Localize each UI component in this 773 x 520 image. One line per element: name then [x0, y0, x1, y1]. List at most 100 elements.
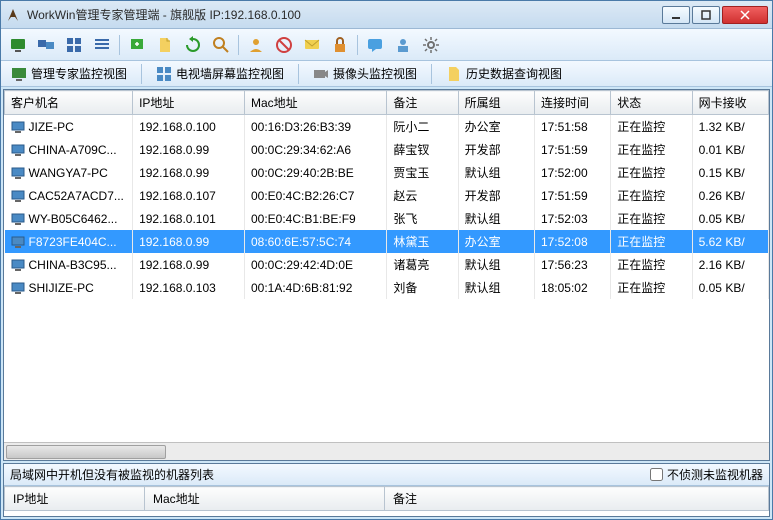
- col-ip[interactable]: IP地址: [133, 91, 245, 115]
- tool-dual-icon[interactable]: [35, 34, 57, 56]
- cell-net: 0.15 KB/: [692, 161, 768, 184]
- tool-block-icon[interactable]: [273, 34, 295, 56]
- main-toolbar: [1, 29, 772, 61]
- cell-conn: 17:52:00: [534, 161, 610, 184]
- cell-status: 正在监控: [611, 138, 692, 161]
- col-mac[interactable]: Mac地址: [244, 91, 386, 115]
- col-conn[interactable]: 连接时间: [534, 91, 610, 115]
- tool-list-icon[interactable]: [91, 34, 113, 56]
- cell-note: 贾宝玉: [387, 161, 458, 184]
- cell-ip: 192.168.0.100: [133, 115, 245, 139]
- cell-net: 5.62 KB/: [692, 230, 768, 253]
- cell-name: JIZE-PC: [5, 115, 133, 139]
- tool-chat-icon[interactable]: [364, 34, 386, 56]
- table-row[interactable]: CHINA-A709C...192.168.0.9900:0C:29:34:62…: [5, 138, 769, 161]
- cell-note: 刘备: [387, 276, 458, 299]
- cell-name: WANGYA7-PC: [5, 161, 133, 184]
- view-tab-tv[interactable]: 电视墙屏幕监控视图: [152, 63, 288, 84]
- cell-group: 默认组: [458, 276, 534, 299]
- cell-group: 办公室: [458, 230, 534, 253]
- view-separator-2: [298, 64, 299, 84]
- table-row[interactable]: JIZE-PC192.168.0.10000:16:D3:26:B3:39阮小二…: [5, 115, 769, 139]
- view-tab-history[interactable]: 历史数据查询视图: [442, 63, 566, 84]
- table-row[interactable]: WANGYA7-PC192.168.0.9900:0C:29:40:2B:BE贾…: [5, 161, 769, 184]
- bottom-table[interactable]: IP地址 Mac地址 备注: [4, 486, 769, 511]
- cell-net: 0.05 KB/: [692, 276, 768, 299]
- table-row[interactable]: CAC52A7ACD7...192.168.0.10700:E0:4C:B2:2…: [5, 184, 769, 207]
- tool-monitor-icon[interactable]: [7, 34, 29, 56]
- minimize-button[interactable]: [662, 6, 690, 24]
- cell-status: 正在监控: [611, 115, 692, 139]
- cell-ip: 192.168.0.99: [133, 253, 245, 276]
- table-header-row: 客户机名 IP地址 Mac地址 备注 所属组 连接时间 状态 网卡接收: [5, 91, 769, 115]
- cell-note: 林黛玉: [387, 230, 458, 253]
- detect-checkbox[interactable]: [650, 468, 663, 481]
- cell-conn: 17:52:03: [534, 207, 610, 230]
- cell-conn: 17:51:59: [534, 138, 610, 161]
- col-net[interactable]: 网卡接收: [692, 91, 768, 115]
- cell-status: 正在监控: [611, 276, 692, 299]
- window-controls: [662, 6, 768, 24]
- scrollbar-thumb[interactable]: [6, 445, 166, 459]
- tool-message-icon[interactable]: [301, 34, 323, 56]
- table-row[interactable]: WY-B05C6462...192.168.0.10100:E0:4C:B1:B…: [5, 207, 769, 230]
- bottom-header: 局域网中开机但没有被监视的机器列表 不侦测未监视机器: [4, 464, 769, 486]
- cell-group: 开发部: [458, 138, 534, 161]
- bcol-note[interactable]: 备注: [385, 487, 769, 511]
- tool-profile-icon[interactable]: [392, 34, 414, 56]
- cell-conn: 17:51:58: [534, 115, 610, 139]
- cell-status: 正在监控: [611, 253, 692, 276]
- cell-net: 0.26 KB/: [692, 184, 768, 207]
- horizontal-scrollbar[interactable]: [4, 442, 769, 460]
- tool-refresh-icon[interactable]: [182, 34, 204, 56]
- cell-name: WY-B05C6462...: [5, 207, 133, 230]
- col-note[interactable]: 备注: [387, 91, 458, 115]
- view-separator-3: [431, 64, 432, 84]
- document-icon: [446, 66, 462, 82]
- view-separator: [141, 64, 142, 84]
- cell-conn: 17:52:08: [534, 230, 610, 253]
- cell-mac: 00:0C:29:40:2B:BE: [244, 161, 386, 184]
- tool-file-icon[interactable]: [154, 34, 176, 56]
- cell-name: F8723FE404C...: [5, 230, 133, 253]
- col-group[interactable]: 所属组: [458, 91, 534, 115]
- table-row[interactable]: F8723FE404C...192.168.0.9908:60:6E:57:5C…: [5, 230, 769, 253]
- tool-user-icon[interactable]: [245, 34, 267, 56]
- cell-name: CHINA-B3C95...: [5, 253, 133, 276]
- cell-status: 正在监控: [611, 230, 692, 253]
- view-tabs: 管理专家监控视图 电视墙屏幕监控视图 摄像头监控视图 历史数据查询视图: [1, 61, 772, 87]
- table-row[interactable]: CHINA-B3C95...192.168.0.9900:0C:29:42:4D…: [5, 253, 769, 276]
- view-tab-camera[interactable]: 摄像头监控视图: [309, 63, 421, 84]
- tool-settings-icon[interactable]: [420, 34, 442, 56]
- cell-group: 默认组: [458, 161, 534, 184]
- cell-mac: 00:16:D3:26:B3:39: [244, 115, 386, 139]
- client-table[interactable]: 客户机名 IP地址 Mac地址 备注 所属组 连接时间 状态 网卡接收 JIZE…: [4, 90, 769, 442]
- col-name[interactable]: 客户机名: [5, 91, 133, 115]
- cell-group: 默认组: [458, 253, 534, 276]
- view-tab-expert[interactable]: 管理专家监控视图: [7, 63, 131, 84]
- bcol-mac[interactable]: Mac地址: [145, 487, 385, 511]
- cell-mac: 00:E0:4C:B2:26:C7: [244, 184, 386, 207]
- detect-checkbox-label[interactable]: 不侦测未监视机器: [650, 466, 763, 483]
- cell-note: 张飞: [387, 207, 458, 230]
- tool-lock-icon[interactable]: [329, 34, 351, 56]
- close-button[interactable]: [722, 6, 768, 24]
- cell-note: 薛宝钗: [387, 138, 458, 161]
- cell-ip: 192.168.0.107: [133, 184, 245, 207]
- main-panel: 客户机名 IP地址 Mac地址 备注 所属组 连接时间 状态 网卡接收 JIZE…: [3, 89, 770, 461]
- cell-ip: 192.168.0.103: [133, 276, 245, 299]
- cell-name: CAC52A7ACD7...: [5, 184, 133, 207]
- table-row[interactable]: SHIJIZE-PC192.168.0.10300:1A:4D:6B:81:92…: [5, 276, 769, 299]
- cell-mac: 00:0C:29:42:4D:0E: [244, 253, 386, 276]
- col-status[interactable]: 状态: [611, 91, 692, 115]
- view-tab-label: 历史数据查询视图: [466, 65, 562, 82]
- bcol-ip[interactable]: IP地址: [5, 487, 145, 511]
- tool-grid-icon[interactable]: [63, 34, 85, 56]
- cell-note: 赵云: [387, 184, 458, 207]
- tool-find-icon[interactable]: [210, 34, 232, 56]
- checkbox-text: 不侦测未监视机器: [667, 466, 763, 483]
- cell-group: 办公室: [458, 115, 534, 139]
- maximize-button[interactable]: [692, 6, 720, 24]
- tool-remote-icon[interactable]: [126, 34, 148, 56]
- cell-name: SHIJIZE-PC: [5, 276, 133, 299]
